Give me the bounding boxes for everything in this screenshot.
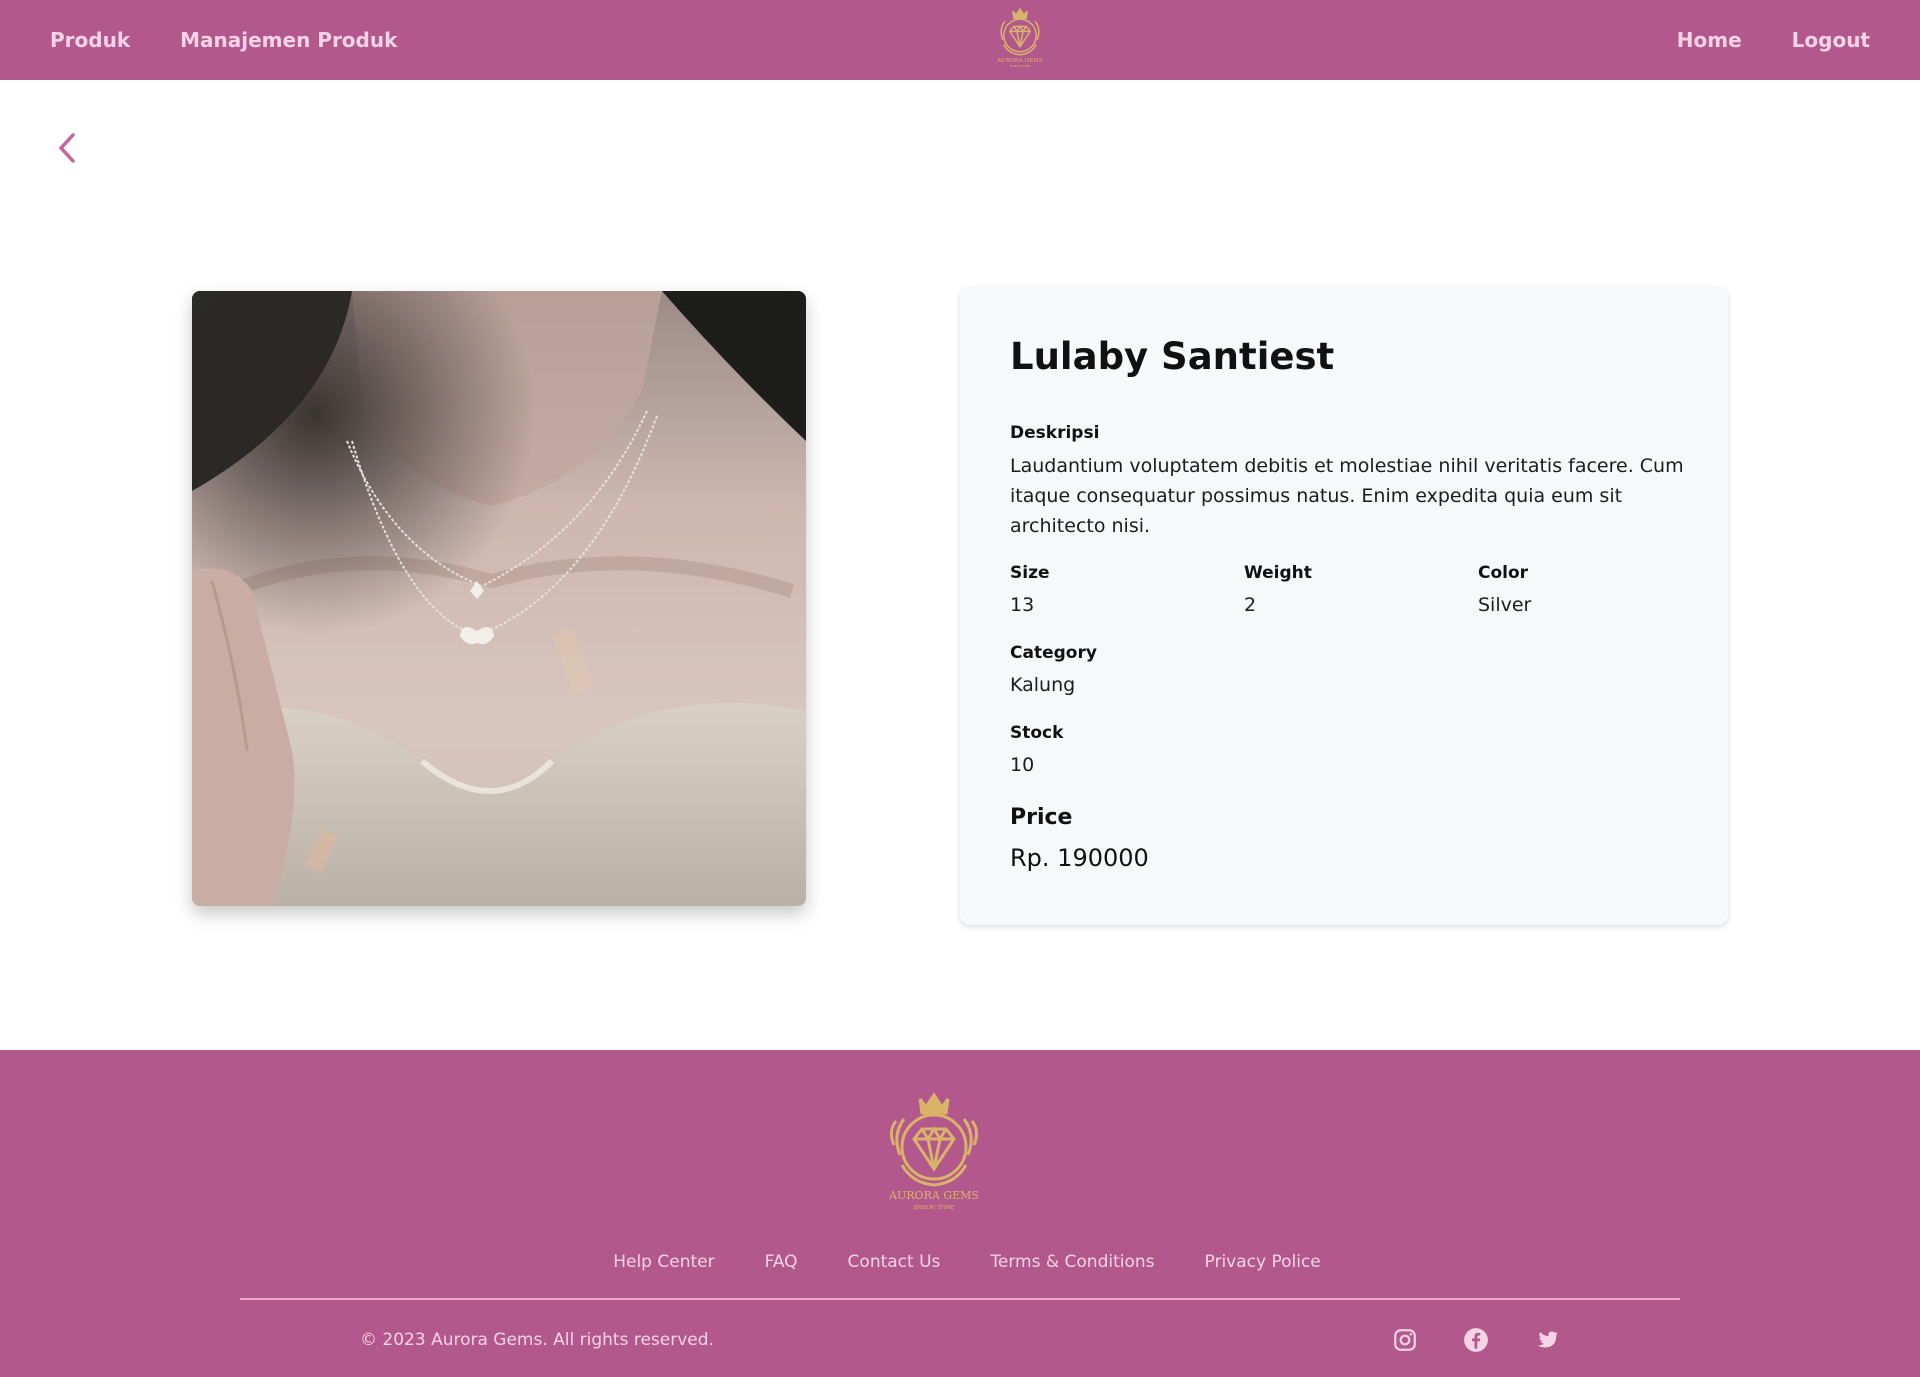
top-navbar: Produk Manajemen Produk AURORA GEMS JEWE… (0, 0, 1920, 80)
footer-logo: AURORA GEMS JEWELRY STORE (882, 1085, 986, 1215)
footer-link-terms[interactable]: Terms & Conditions (990, 1252, 1154, 1272)
footer: AURORA GEMS JEWELRY STORE Help Center FA… (0, 1050, 1920, 1377)
svg-text:JEWELRY STORE: JEWELRY STORE (1009, 64, 1031, 68)
weight-label: Weight (1244, 563, 1312, 583)
nav-link-produk[interactable]: Produk (50, 28, 130, 52)
nav-link-logout[interactable]: Logout (1792, 28, 1870, 52)
svg-text:AURORA GEMS: AURORA GEMS (888, 1189, 979, 1202)
chevron-left-icon (59, 133, 75, 163)
nav-link-manajemen-produk[interactable]: Manajemen Produk (180, 28, 397, 52)
nav-right-group: Home Logout (1677, 0, 1870, 80)
twitter-icon[interactable] (1534, 1327, 1560, 1353)
copyright-text: © 2023 Aurora Gems. All rights reserved. (360, 1330, 714, 1350)
brand-logo[interactable]: AURORA GEMS JEWELRY STORE (993, 4, 1047, 70)
product-image (192, 291, 806, 906)
price-value: Rp. 190000 (1010, 844, 1149, 872)
description-label: Deskripsi (1010, 423, 1100, 443)
description-text: Laudantium voluptatem debitis et molesti… (1010, 455, 1684, 537)
footer-links: Help Center FAQ Contact Us Terms & Condi… (0, 1252, 1920, 1272)
stock-label: Stock (1010, 723, 1064, 743)
footer-divider (240, 1298, 1680, 1300)
svg-text:JEWELRY STORE: JEWELRY STORE (913, 1205, 954, 1211)
stock-value: 10 (1010, 754, 1035, 776)
nav-left-group: Produk Manajemen Produk (50, 0, 397, 80)
footer-link-contact-us[interactable]: Contact Us (848, 1252, 941, 1272)
product-detail-card: Lulaby Santiest Deskripsi Laudantium vol… (960, 287, 1728, 925)
color-label: Color (1478, 563, 1529, 583)
back-button[interactable] (52, 128, 82, 168)
product-title: Lulaby Santiest (1010, 335, 1335, 378)
footer-link-help-center[interactable]: Help Center (613, 1252, 714, 1272)
category-value: Kalung (1010, 674, 1076, 696)
weight-value: 2 (1244, 594, 1257, 616)
footer-link-faq[interactable]: FAQ (765, 1252, 798, 1272)
size-label: Size (1010, 563, 1050, 583)
footer-link-privacy[interactable]: Privacy Police (1205, 1252, 1321, 1272)
size-value: 13 (1010, 594, 1035, 616)
nav-link-home[interactable]: Home (1677, 28, 1742, 52)
color-value: Silver (1478, 594, 1532, 616)
price-label: Price (1010, 805, 1073, 830)
category-label: Category (1010, 643, 1097, 663)
facebook-icon[interactable] (1463, 1327, 1489, 1353)
svg-text:AURORA GEMS: AURORA GEMS (996, 58, 1043, 64)
instagram-icon[interactable] (1392, 1327, 1418, 1353)
